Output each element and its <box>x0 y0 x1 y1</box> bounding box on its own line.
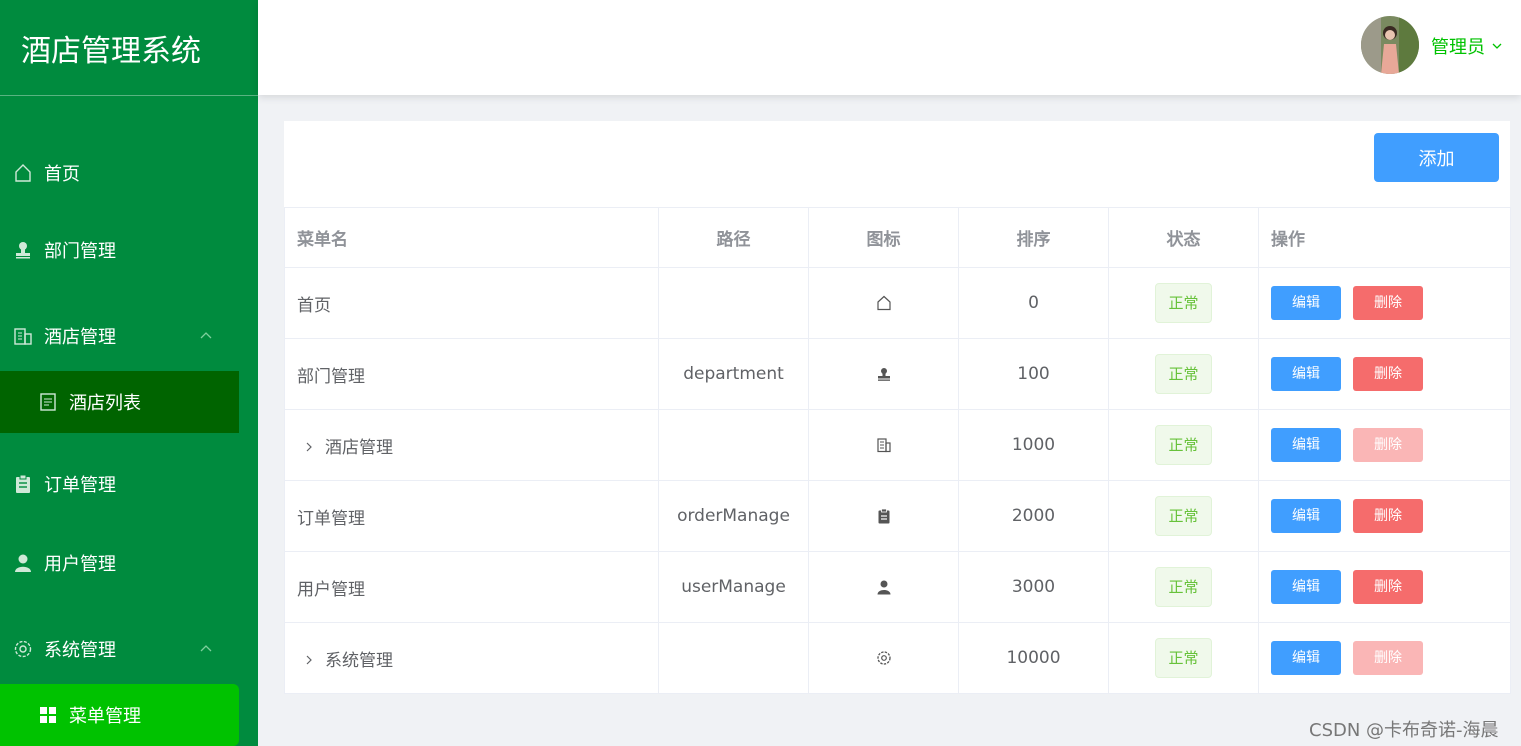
sidebar: 酒店管理系统 首页 部门管理 酒店管理 酒店列表 订单管理 用户管理 系统管理 … <box>0 0 258 746</box>
edit-button[interactable]: 编辑 <box>1271 499 1341 533</box>
sidebar-item-system[interactable]: 系统管理 <box>0 621 258 677</box>
status-badge: 正常 <box>1155 425 1212 465</box>
menu-sort: 1000 <box>958 409 1109 481</box>
document-icon <box>38 392 58 412</box>
menu-path: userManage <box>658 551 809 623</box>
edit-button[interactable]: 编辑 <box>1271 570 1341 604</box>
table-header-row: 菜单名 路径 图标 排序 状态 操作 <box>284 207 1511 268</box>
stamp-icon <box>13 240 33 260</box>
user-menu[interactable]: 管理员 <box>1431 33 1503 59</box>
watermark: CSDN @卡布奇诺-海晨 <box>1309 720 1499 741</box>
menu-name: 首页 <box>297 295 331 316</box>
add-button[interactable]: 添加 <box>1374 133 1499 182</box>
chevron-up-icon <box>198 641 214 657</box>
delete-button-disabled: 删除 <box>1353 641 1423 675</box>
menu-name: 酒店管理 <box>325 437 393 458</box>
setting-icon <box>13 639 33 659</box>
menu-path <box>658 622 809 694</box>
home-icon <box>13 163 33 183</box>
delete-button[interactable]: 删除 <box>1353 499 1423 533</box>
clipboard-icon <box>875 507 893 525</box>
delete-button[interactable]: 删除 <box>1353 357 1423 391</box>
menu-sort: 2000 <box>958 480 1109 552</box>
menu-list-card: 添加 菜单名 路径 图标 排序 状态 操作 首页 0 正常 编辑 删除 部门管理… <box>284 121 1511 694</box>
top-header: 管理员 <box>258 0 1521 95</box>
edit-button[interactable]: 编辑 <box>1271 428 1341 462</box>
user-icon <box>13 553 33 573</box>
status-badge: 正常 <box>1155 354 1212 394</box>
status-badge: 正常 <box>1155 496 1212 536</box>
status-badge: 正常 <box>1155 567 1212 607</box>
menu-path <box>658 267 809 339</box>
table-row: 系统管理 10000 正常 编辑 删除 <box>284 622 1511 694</box>
sidebar-item-label: 首页 <box>44 164 80 185</box>
delete-button[interactable]: 删除 <box>1353 286 1423 320</box>
sidebar-item-hotel-list[interactable]: 酒店列表 <box>0 371 239 433</box>
chevron-right-icon[interactable] <box>303 438 317 458</box>
sidebar-item-users[interactable]: 用户管理 <box>0 535 258 591</box>
office-building-icon <box>13 326 33 346</box>
menu-sort: 3000 <box>958 551 1109 623</box>
menu-name: 用户管理 <box>297 579 365 600</box>
table-row: 酒店管理 1000 正常 编辑 删除 <box>284 409 1511 481</box>
column-header-icon: 图标 <box>808 207 959 268</box>
sidebar-item-label: 系统管理 <box>44 640 116 661</box>
edit-button[interactable]: 编辑 <box>1271 641 1341 675</box>
clipboard-icon <box>13 474 33 494</box>
column-header-path: 路径 <box>658 207 809 268</box>
menu-sort: 10000 <box>958 622 1109 694</box>
office-building-icon <box>875 436 893 454</box>
sidebar-item-orders[interactable]: 订单管理 <box>0 456 258 512</box>
chevron-down-icon <box>1491 36 1503 57</box>
edit-button[interactable]: 编辑 <box>1271 357 1341 391</box>
app-title: 酒店管理系统 <box>0 0 258 96</box>
menu-sort: 100 <box>958 338 1109 410</box>
column-header-status: 状态 <box>1108 207 1259 268</box>
table-row: 部门管理 department 100 正常 编辑 删除 <box>284 338 1511 410</box>
status-badge: 正常 <box>1155 638 1212 678</box>
sidebar-item-department[interactable]: 部门管理 <box>0 222 258 278</box>
sidebar-item-hotel[interactable]: 酒店管理 <box>0 308 258 364</box>
column-header-actions: 操作 <box>1258 207 1511 268</box>
sidebar-item-label: 酒店列表 <box>69 393 141 414</box>
delete-button-disabled: 删除 <box>1353 428 1423 462</box>
sidebar-item-menu-manage[interactable]: 菜单管理 <box>0 684 239 746</box>
menu-sort: 0 <box>958 267 1109 339</box>
delete-button[interactable]: 删除 <box>1353 570 1423 604</box>
home-icon <box>875 294 893 312</box>
menu-grid-icon <box>38 705 58 725</box>
table-row: 用户管理 userManage 3000 正常 编辑 删除 <box>284 551 1511 623</box>
menu-path <box>658 409 809 481</box>
edit-button[interactable]: 编辑 <box>1271 286 1341 320</box>
table-row: 订单管理 orderManage 2000 正常 编辑 删除 <box>284 480 1511 552</box>
user-icon <box>875 578 893 596</box>
sidebar-item-label: 部门管理 <box>44 241 116 262</box>
menu-path: orderManage <box>658 480 809 552</box>
user-name: 管理员 <box>1431 37 1485 58</box>
column-header-sort: 排序 <box>958 207 1109 268</box>
status-badge: 正常 <box>1155 283 1212 323</box>
menu-name: 系统管理 <box>325 650 393 671</box>
sidebar-item-label: 用户管理 <box>44 554 116 575</box>
chevron-right-icon[interactable] <box>303 651 317 671</box>
menu-table: 菜单名 路径 图标 排序 状态 操作 首页 0 正常 编辑 删除 部门管理 dep… <box>284 207 1511 694</box>
menu-name: 订单管理 <box>297 508 365 529</box>
chevron-up-icon <box>198 328 214 344</box>
menu-path: department <box>658 338 809 410</box>
sidebar-item-label: 菜单管理 <box>69 706 141 727</box>
menu-name: 部门管理 <box>297 366 365 387</box>
stamp-icon <box>875 365 893 383</box>
avatar[interactable] <box>1361 16 1419 74</box>
table-row: 首页 0 正常 编辑 删除 <box>284 267 1511 339</box>
column-header-name: 菜单名 <box>284 207 659 268</box>
setting-icon <box>875 649 893 667</box>
sidebar-item-label: 酒店管理 <box>44 327 116 348</box>
sidebar-item-home[interactable]: 首页 <box>0 145 258 201</box>
sidebar-item-label: 订单管理 <box>44 475 116 496</box>
